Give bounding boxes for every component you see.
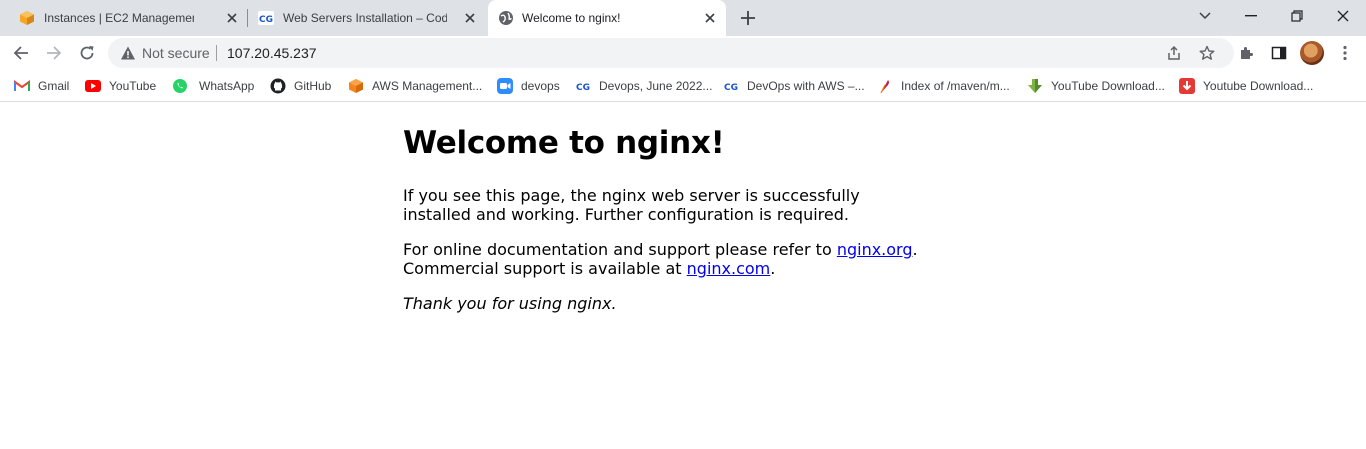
- bookmark-github[interactable]: GitHub: [270, 76, 331, 96]
- commercial-text: Commercial support is available at: [403, 259, 687, 278]
- window-close-button[interactable]: [1320, 0, 1366, 32]
- bookmark-label: Youtube Download...: [1203, 79, 1314, 93]
- tab-welcome-to-nginx[interactable]: Welcome to nginx!: [488, 0, 726, 36]
- bookmark-whatsapp[interactable]: WhatsApp: [172, 76, 254, 96]
- svg-text:CG: CG: [259, 15, 273, 25]
- bookmark-label: WhatsApp: [199, 79, 255, 93]
- tab-title: Web Servers Installation – CodinG: [283, 11, 447, 25]
- minimize-button[interactable]: [1228, 0, 1274, 32]
- whatsapp-icon: [172, 78, 188, 94]
- aws-cube-icon: [348, 78, 364, 94]
- bookmark-index-of-maven[interactable]: Index of /maven/m...: [877, 76, 1010, 96]
- security-status-label[interactable]: Not secure: [142, 45, 210, 61]
- docs-text: For online documentation and support ple…: [403, 240, 837, 259]
- forward-button[interactable]: [41, 40, 67, 66]
- side-panel-icon[interactable]: [1268, 42, 1290, 64]
- tab-search-button[interactable]: [1182, 0, 1228, 32]
- page-viewport: Welcome to nginx! If you see this page, …: [0, 103, 1366, 449]
- bookmark-devops[interactable]: devops: [497, 76, 560, 96]
- restore-button[interactable]: [1274, 0, 1320, 32]
- bookmark-aws-management[interactable]: AWS Management...: [348, 76, 482, 96]
- close-icon[interactable]: [224, 10, 240, 26]
- new-tab-button[interactable]: [736, 6, 760, 30]
- close-icon[interactable]: [702, 10, 718, 26]
- svg-text:CG: CG: [724, 83, 738, 93]
- nginx-org-link[interactable]: nginx.org: [837, 240, 913, 259]
- share-icon[interactable]: [1165, 44, 1183, 62]
- github-icon: [270, 78, 286, 94]
- tab-ec2-instances[interactable]: Instances | EC2 Management Cor: [0, 0, 248, 36]
- intro-paragraph: If you see this page, the nginx web serv…: [403, 186, 860, 224]
- chevron-down-icon: [1199, 12, 1211, 20]
- star-bookmark-icon[interactable]: [1198, 44, 1216, 62]
- address-divider: [216, 45, 217, 61]
- download-arrow-icon: [1027, 78, 1043, 94]
- cg-icon: CG: [258, 10, 274, 26]
- bookmark-label: devops: [521, 79, 560, 93]
- thank-you-text: Thank you for using nginx.: [403, 294, 617, 313]
- bookmark-youtube-downloader-1[interactable]: YouTube Download...: [1027, 76, 1165, 96]
- page-heading: Welcome to nginx!: [403, 125, 725, 161]
- globe-icon: [498, 10, 514, 26]
- warning-triangle-icon[interactable]: [120, 45, 136, 61]
- plus-icon: [741, 11, 755, 25]
- feather-icon: [877, 78, 893, 94]
- arrow-right-icon: [47, 46, 62, 60]
- close-icon[interactable]: [462, 10, 478, 26]
- bookmark-label: YouTube Download...: [1051, 79, 1165, 93]
- bookmarks-bar: Gmail YouTube WhatsApp GitHub AWS Manage…: [0, 70, 1366, 102]
- close-icon: [1337, 10, 1349, 22]
- docs-period: .: [912, 240, 918, 259]
- bookmark-youtube-downloader-2[interactable]: Youtube Download...: [1179, 76, 1313, 96]
- cg-icon: CG: [575, 78, 591, 94]
- back-button[interactable]: [8, 40, 34, 66]
- arrow-left-icon: [13, 46, 28, 60]
- bookmark-devops-with-aws[interactable]: CG DevOps with AWS –...: [723, 76, 865, 96]
- bookmark-label: GitHub: [294, 79, 332, 93]
- url-text[interactable]: 107.20.45.237: [227, 45, 317, 61]
- bookmark-gmail[interactable]: Gmail: [14, 76, 69, 96]
- aws-cube-icon: [19, 10, 35, 26]
- commercial-period: .: [770, 259, 776, 278]
- restore-icon: [1291, 10, 1303, 22]
- zoom-icon: [497, 78, 513, 94]
- bookmark-label: DevOps with AWS –...: [747, 79, 865, 93]
- bookmark-devops-june-2022[interactable]: CG Devops, June 2022...: [575, 76, 712, 96]
- browser-toolbar: Not secure 107.20.45.237: [0, 36, 1366, 70]
- address-bar[interactable]: Not secure 107.20.45.237: [108, 38, 1234, 68]
- youtube-icon: [85, 78, 101, 94]
- reload-icon: [80, 46, 94, 60]
- cg-icon: CG: [723, 78, 739, 94]
- docs-paragraph: For online documentation and support ple…: [403, 240, 923, 278]
- gmail-icon: [14, 78, 30, 94]
- bookmark-label: AWS Management...: [372, 79, 483, 93]
- bookmark-youtube[interactable]: YouTube: [85, 76, 156, 96]
- bookmark-label: Index of /maven/m...: [901, 79, 1010, 93]
- bookmark-label: YouTube: [109, 79, 157, 93]
- nginx-com-link[interactable]: nginx.com: [687, 259, 771, 278]
- tab-web-servers-installation[interactable]: CG Web Servers Installation – CodinG: [248, 0, 488, 36]
- profile-avatar[interactable]: [1300, 41, 1324, 65]
- reload-button[interactable]: [74, 40, 100, 66]
- tab-title: Instances | EC2 Management Cor: [44, 11, 194, 25]
- tab-strip: Instances | EC2 Management Cor CG Web Se…: [0, 0, 1366, 36]
- minimize-icon: [1245, 15, 1257, 17]
- red-download-icon: [1179, 78, 1195, 94]
- more-menu-icon[interactable]: [1334, 42, 1356, 64]
- svg-text:CG: CG: [576, 83, 590, 93]
- bookmark-label: Devops, June 2022...: [599, 79, 713, 93]
- extensions-puzzle-icon[interactable]: [1236, 42, 1258, 64]
- tab-title: Welcome to nginx!: [522, 11, 621, 25]
- bookmark-label: Gmail: [38, 79, 70, 93]
